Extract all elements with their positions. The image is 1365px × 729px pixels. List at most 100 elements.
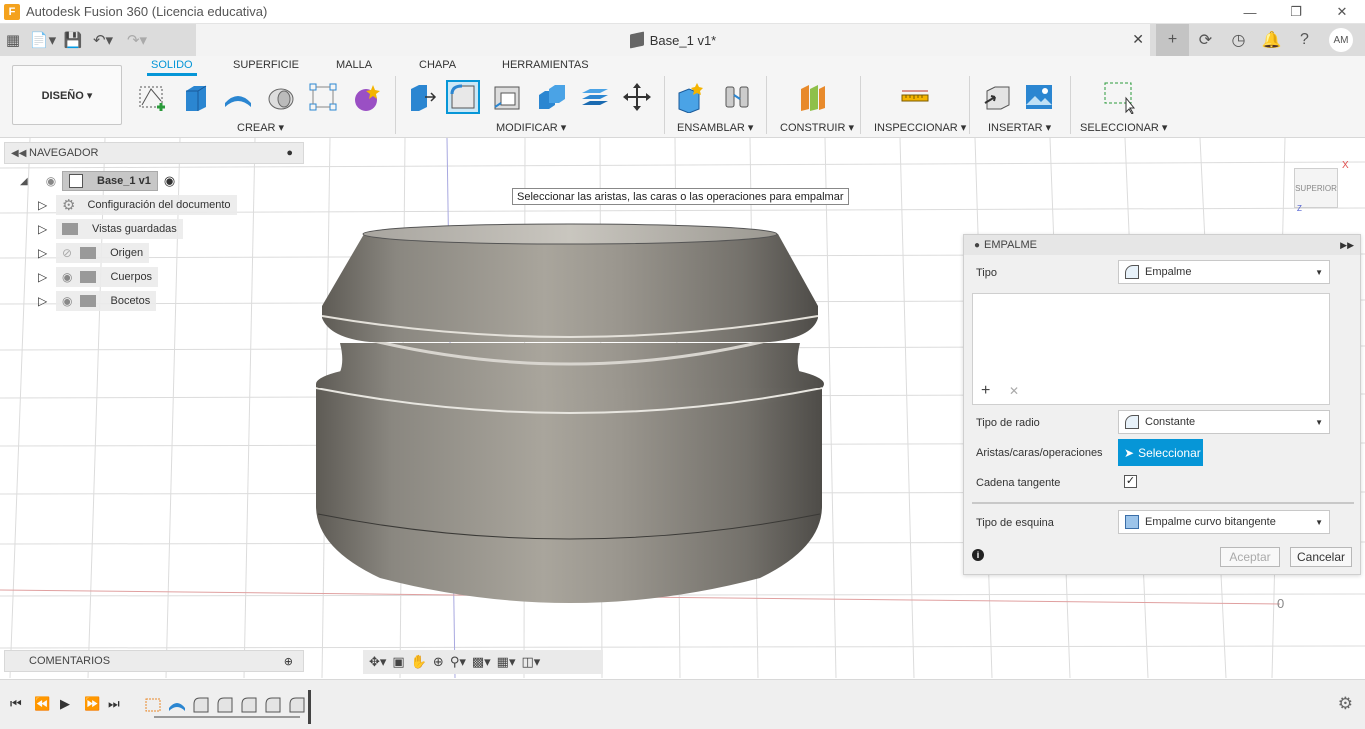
visibility-eye-icon[interactable]: ◉ [62, 294, 72, 308]
saved-views-chip[interactable]: Vistas guardadas [56, 219, 183, 239]
tab-solido[interactable]: SOLIDO [147, 59, 197, 76]
sync-icon[interactable]: ⟳ [1189, 24, 1222, 56]
timeline-revolve-icon[interactable] [168, 696, 186, 714]
loft-icon[interactable] [306, 80, 340, 114]
navigator-minus-icon[interactable]: ● [286, 147, 293, 159]
file-menu-icon[interactable]: 📄▾ [26, 24, 60, 56]
timeline-settings-gear-icon[interactable]: ⚙ [1338, 694, 1353, 714]
expand-triangle-icon[interactable]: ▷ [38, 198, 56, 212]
combine-icon[interactable] [534, 80, 568, 114]
job-status-clock-icon[interactable]: ◷ [1222, 24, 1255, 56]
add-comment-icon[interactable]: ⊕ [284, 655, 293, 668]
zoom-icon[interactable]: ⊕ [433, 654, 444, 670]
model-body[interactable] [315, 223, 824, 603]
group-modificar[interactable]: MODIFICAR ▾ [496, 121, 566, 134]
save-icon[interactable]: 💾 [60, 24, 86, 56]
expand-triangle-icon[interactable]: ▷ [38, 270, 56, 284]
new-tab-plus-icon[interactable]: + [1156, 24, 1189, 56]
expand-triangle-icon[interactable]: ▷ [38, 222, 56, 236]
tab-malla[interactable]: MALLA [336, 59, 372, 71]
tipo-radio-select[interactable]: Constante ▼ [1118, 410, 1330, 434]
collapse-panel-icon[interactable]: ◀◀ [11, 148, 26, 159]
navigator-item-origin[interactable]: ▷ ⊘ Origen [38, 242, 150, 264]
tab-superficie[interactable]: SUPERFICIE [233, 59, 299, 71]
press-pull-icon[interactable] [404, 80, 438, 114]
visibility-eye-icon[interactable]: ◉ [62, 270, 72, 284]
sketches-chip[interactable]: ◉ Bocetos [56, 291, 157, 311]
remove-x-icon[interactable]: ✕ [1009, 384, 1019, 398]
add-plus-icon[interactable]: + [981, 382, 990, 400]
help-icon[interactable]: ? [1288, 24, 1321, 56]
close-window-button[interactable]: ✕ [1319, 0, 1365, 24]
document-settings-chip[interactable]: ⚙ Configuración del documento [56, 195, 237, 215]
timeline-sketch-icon[interactable] [144, 696, 162, 714]
minimize-button[interactable]: — [1227, 0, 1273, 24]
shell-icon[interactable] [490, 80, 524, 114]
insert-canvas-icon[interactable] [1022, 80, 1056, 114]
group-crear[interactable]: CREAR ▾ [237, 121, 284, 134]
redo-icon[interactable]: ↷▾ [120, 24, 154, 56]
timeline-fillet-icon-5[interactable] [288, 696, 306, 714]
close-tab-icon[interactable]: ✕ [1132, 31, 1144, 48]
navigator-item-document-settings[interactable]: ▷ ⚙ Configuración del documento [38, 194, 237, 216]
offset-plane-icon[interactable] [796, 80, 830, 114]
activate-radio-icon[interactable]: ◉ [164, 173, 175, 189]
group-ensamblar[interactable]: ENSAMBLAR ▾ [677, 121, 753, 134]
collapse-triangle-icon[interactable]: ◢ [20, 176, 40, 187]
joint-icon[interactable] [720, 80, 754, 114]
workspace-selector-button[interactable]: DISEÑO ▾ [12, 65, 122, 125]
expand-triangle-icon[interactable]: ▷ [38, 246, 56, 260]
viewcube[interactable]: SUPERIOR [1294, 168, 1338, 208]
document-tab[interactable]: Base_1 v1* ✕ [196, 24, 1150, 56]
notifications-bell-icon[interactable]: 🔔 [1255, 24, 1288, 56]
navigator-item-sketches[interactable]: ▷ ◉ Bocetos [38, 290, 157, 312]
timeline-fillet-icon-3[interactable] [240, 696, 258, 714]
offset-face-icon[interactable] [577, 80, 611, 114]
group-construir[interactable]: CONSTRUIR ▾ [780, 121, 854, 134]
group-insertar[interactable]: INSERTAR ▾ [988, 121, 1051, 134]
fillet-icon[interactable] [446, 80, 480, 114]
timeline-fillet-icon-2[interactable] [216, 696, 234, 714]
select-edges-button[interactable]: ➤ Seleccionar [1118, 439, 1203, 466]
window-select-icon[interactable] [1102, 80, 1136, 114]
root-component-chip[interactable]: Base_1 v1 [62, 171, 158, 191]
fit-zoom-icon[interactable]: ⚲▾ [450, 654, 466, 670]
look-at-icon[interactable]: ▣ [392, 654, 404, 670]
hidden-eye-icon[interactable]: ⊘ [62, 246, 72, 260]
insert-derive-icon[interactable] [980, 80, 1014, 114]
comments-panel[interactable]: COMENTARIOS ⊕ [4, 650, 304, 672]
navigator-item-bodies[interactable]: ▷ ◉ Cuerpos [38, 266, 159, 288]
cadena-tangente-checkbox[interactable]: ✓ [1124, 475, 1137, 488]
esquina-select[interactable]: Empalme curvo bitangente ▼ [1118, 510, 1330, 534]
navigator-item-saved-views[interactable]: ▷ Vistas guardadas [38, 218, 183, 240]
browser-navigator-header[interactable]: ◀◀ NAVEGADOR ● [4, 142, 304, 164]
tab-herramientas[interactable]: HERRAMIENTAS [502, 59, 589, 71]
fillet-selection-list[interactable]: + ✕ [972, 293, 1330, 405]
timeline-fillet-icon-1[interactable] [192, 696, 210, 714]
move-copy-icon[interactable] [620, 80, 654, 114]
go-to-start-icon[interactable]: ⏮ [10, 696, 22, 712]
sweep-icon[interactable] [264, 80, 298, 114]
fillet-dialog-header[interactable]: ● EMPALME ▶▶ [964, 235, 1360, 255]
measure-icon[interactable] [898, 80, 932, 114]
cancel-button[interactable]: Cancelar [1290, 547, 1352, 567]
group-seleccionar[interactable]: SELECCIONAR ▾ [1080, 121, 1167, 134]
go-to-end-icon[interactable]: ⏭ [108, 696, 120, 712]
display-settings-icon[interactable]: ▩▾ [472, 654, 491, 670]
revolve-icon[interactable] [221, 80, 255, 114]
timeline-marker[interactable] [308, 690, 311, 724]
navigator-root-row[interactable]: ◢ ◉ Base_1 v1 ◉ [20, 170, 175, 192]
expand-triangle-icon[interactable]: ▷ [38, 294, 56, 308]
timeline-fillet-icon-4[interactable] [264, 696, 282, 714]
origin-chip[interactable]: ⊘ Origen [56, 243, 150, 263]
step-back-icon[interactable]: ⏪ [34, 696, 50, 712]
visibility-eye-icon[interactable]: ◉ [40, 174, 62, 188]
dialog-minus-icon[interactable]: ● [974, 240, 980, 251]
data-panel-grid-icon[interactable]: ▦ [0, 24, 26, 56]
accept-button[interactable]: Aceptar [1220, 547, 1280, 567]
step-forward-icon[interactable]: ⏩ [84, 696, 100, 712]
orbit-icon[interactable]: ✥▾ [369, 654, 386, 670]
viewports-icon[interactable]: ◫▾ [521, 654, 540, 670]
create-sketch-icon[interactable] [136, 80, 170, 114]
grid-settings-icon[interactable]: ▦▾ [497, 654, 516, 670]
